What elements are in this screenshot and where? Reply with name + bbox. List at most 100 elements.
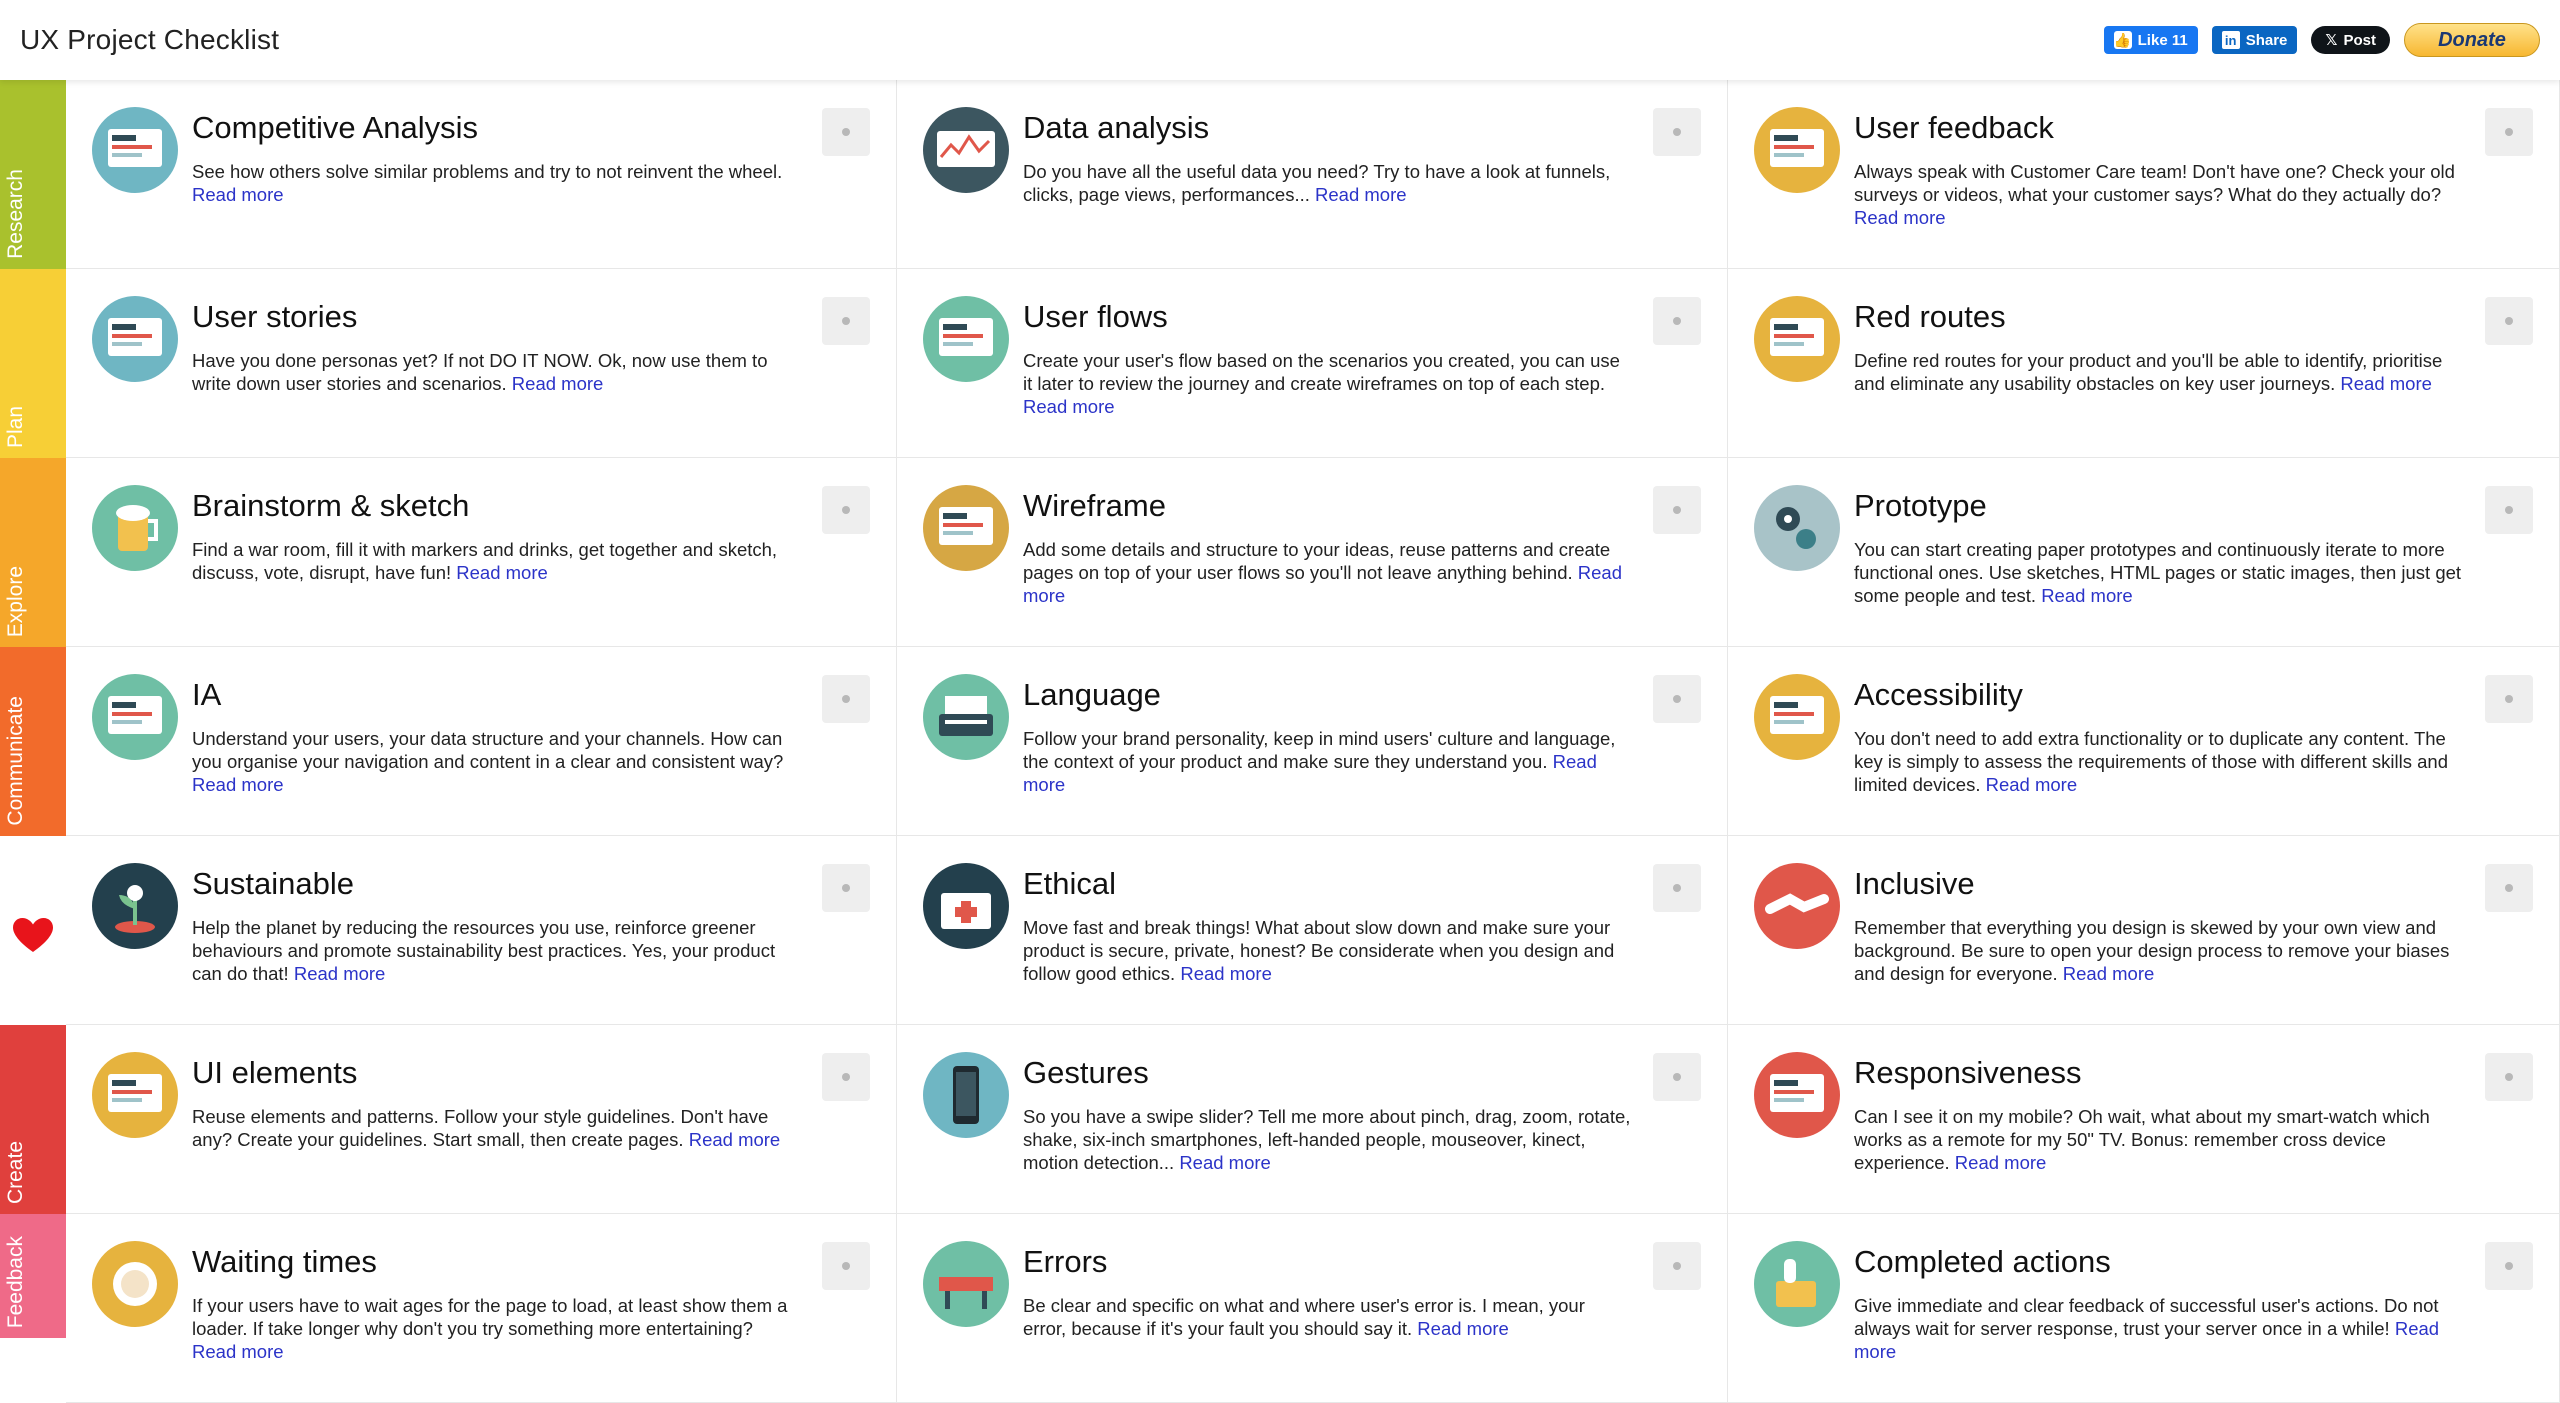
check-toggle[interactable]: [2485, 297, 2533, 345]
card-title: Gestures: [1023, 1055, 1149, 1090]
checklist-card: Inclusive Remember that everything you de…: [1728, 836, 2560, 1025]
read-more-link[interactable]: Read more: [1315, 184, 1407, 205]
check-toggle[interactable]: [2485, 675, 2533, 723]
analytics-monitor-icon: [923, 107, 1009, 193]
phase-feedback[interactable]: Feedback: [0, 1214, 66, 1338]
card-description: Understand your users, your data structu…: [192, 727, 802, 796]
read-more-link[interactable]: Read more: [1955, 1152, 2047, 1173]
check-toggle[interactable]: [1653, 486, 1701, 534]
read-more-link[interactable]: Read more: [1023, 396, 1115, 417]
check-toggle[interactable]: [1653, 1053, 1701, 1101]
card-description-text: Have you done personas yet? If not DO IT…: [192, 350, 768, 394]
donate-button[interactable]: Donate: [2404, 23, 2540, 57]
checklist-card: Competitive Analysis See how others solve…: [66, 80, 897, 269]
check-toggle[interactable]: [822, 675, 870, 723]
card-description: If your users have to wait ages for the …: [192, 1294, 802, 1363]
devices-icon: [1754, 1052, 1840, 1138]
plate-icon: [92, 1241, 178, 1327]
card-title: Waiting times: [192, 1244, 377, 1279]
x-post-button[interactable]: 𝕏 Post: [2311, 26, 2390, 54]
card-description: You can start creating paper prototypes …: [1854, 538, 2464, 607]
persona-card-icon: [92, 296, 178, 382]
check-toggle[interactable]: [1653, 864, 1701, 912]
checklist-card: IA Understand your users, your data struc…: [66, 647, 897, 836]
check-toggle[interactable]: [1653, 297, 1701, 345]
checklist-card: User stories Have you done personas yet? …: [66, 269, 897, 458]
card-title: Accessibility: [1854, 677, 2023, 712]
check-toggle[interactable]: [1653, 1242, 1701, 1290]
share-label: Share: [2245, 31, 2288, 49]
read-more-link[interactable]: Read more: [1854, 207, 1946, 228]
card-title: Language: [1023, 677, 1161, 712]
checklist-card: Waiting times If your users have to wait …: [66, 1214, 897, 1403]
card-description: Follow your brand personality, keep in m…: [1023, 727, 1633, 796]
check-toggle[interactable]: [1653, 108, 1701, 156]
browser-window-icon: [1754, 296, 1840, 382]
check-toggle[interactable]: [2485, 108, 2533, 156]
card-description: Have you done personas yet? If not DO IT…: [192, 349, 802, 395]
check-toggle[interactable]: [2485, 864, 2533, 912]
card-description-text: Add some details and structure to your i…: [1023, 539, 1611, 583]
read-more-link[interactable]: Read more: [456, 562, 548, 583]
phase-values[interactable]: [0, 836, 66, 1025]
read-more-link[interactable]: Read more: [1986, 774, 2078, 795]
card-description-text: Always speak with Customer Care team! Do…: [1854, 161, 2455, 205]
card-title: Errors: [1023, 1244, 1108, 1279]
read-more-link[interactable]: Read more: [689, 1129, 781, 1150]
read-more-link[interactable]: Read more: [512, 373, 604, 394]
check-toggle[interactable]: [822, 1053, 870, 1101]
phase-label: Feedback: [4, 1235, 27, 1328]
phase-research[interactable]: Research: [0, 80, 66, 269]
phase-label: Explore: [4, 565, 27, 637]
check-toggle[interactable]: [822, 864, 870, 912]
thumbs-up-icon: [1754, 1241, 1840, 1327]
phase-label: Communicate: [4, 696, 27, 826]
card-description: Always speak with Customer Care team! Do…: [1854, 160, 2464, 229]
phase-plan[interactable]: Plan: [0, 269, 66, 458]
check-toggle[interactable]: [822, 1242, 870, 1290]
checklist-card: UI elements Reuse elements and patterns. …: [66, 1025, 897, 1214]
facebook-like-button[interactable]: 👍 Like 11: [2103, 26, 2198, 54]
check-toggle[interactable]: [822, 297, 870, 345]
check-toggle[interactable]: [1653, 675, 1701, 723]
card-title: IA: [192, 677, 222, 712]
card-description: Can I see it on my mobile? Oh wait, what…: [1854, 1105, 2464, 1174]
phase-create[interactable]: Create: [0, 1025, 66, 1214]
read-more-link[interactable]: Read more: [1417, 1318, 1509, 1339]
gears-icon: [1754, 485, 1840, 571]
card-title: Prototype: [1854, 488, 1987, 523]
read-more-link[interactable]: Read more: [192, 184, 284, 205]
phase-communicate[interactable]: Communicate: [0, 647, 66, 836]
card-description: Create your user's flow based on the sce…: [1023, 349, 1633, 418]
read-more-link[interactable]: Read more: [2340, 373, 2432, 394]
check-toggle[interactable]: [2485, 1053, 2533, 1101]
like-label: Like 11: [2137, 31, 2188, 49]
phase-explore[interactable]: Explore: [0, 458, 66, 647]
read-more-link[interactable]: Read more: [192, 1341, 284, 1362]
card-description: Add some details and structure to your i…: [1023, 538, 1633, 607]
flow-chart-icon: [923, 296, 1009, 382]
card-description: Reuse elements and patterns. Follow your…: [192, 1105, 802, 1151]
read-more-link[interactable]: Read more: [192, 774, 284, 795]
card-description-text: Give immediate and clear feedback of suc…: [1854, 1295, 2439, 1339]
card-description: Help the planet by reducing the resource…: [192, 916, 802, 985]
linkedin-share-button[interactable]: in Share: [2211, 26, 2298, 54]
checklist-card: Language Follow your brand personality, k…: [897, 647, 1728, 836]
phase-label: Create: [4, 1140, 27, 1204]
read-more-link[interactable]: Read more: [1179, 1152, 1271, 1173]
check-toggle[interactable]: [822, 108, 870, 156]
card-description: Move fast and break things! What about s…: [1023, 916, 1633, 985]
phase-label: Plan: [4, 405, 27, 448]
card-description: See how others solve similar problems an…: [192, 160, 802, 206]
card-title: User feedback: [1854, 110, 2054, 145]
card-title: UI elements: [192, 1055, 358, 1090]
read-more-link[interactable]: Read more: [2063, 963, 2155, 984]
read-more-link[interactable]: Read more: [294, 963, 386, 984]
phase-sidebar: Research Plan Explore Communicate Create Feed…: [0, 80, 66, 1338]
check-toggle[interactable]: [2485, 486, 2533, 534]
check-toggle[interactable]: [2485, 1242, 2533, 1290]
check-toggle[interactable]: [822, 486, 870, 534]
read-more-link[interactable]: Read more: [2041, 585, 2133, 606]
read-more-link[interactable]: Read more: [1180, 963, 1272, 984]
post-label: Post: [2343, 31, 2376, 49]
